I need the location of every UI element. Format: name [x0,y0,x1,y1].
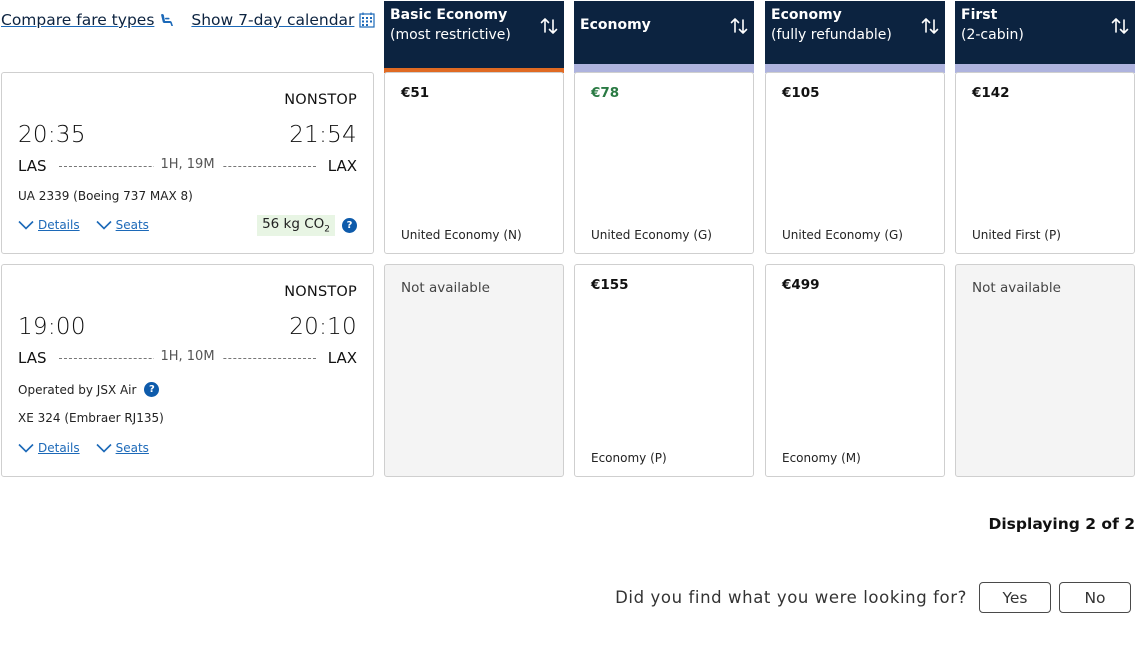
seats-link[interactable]: Seats [96,441,149,455]
not-available-label: Not available [972,280,1061,296]
operated-by-label: Operated by JSX Air [18,382,137,397]
fare-price: €51 [401,85,430,101]
route-line: 1H, 19M [59,157,316,175]
flight-card: NONSTOP 19:00 20:10 LAS 1H, 10M LAX Oper… [1,264,374,477]
sort-icon[interactable] [920,16,940,36]
destination-airport: LAX [327,349,357,367]
fare-cell-basic-economy-unavailable: Not available [384,264,564,477]
calendar-icon [359,12,376,28]
compare-fare-types-link[interactable]: Compare fare types [1,11,175,29]
fare-header-title: Basic Economy [390,7,508,23]
fare-cell-economy-refundable[interactable]: €499 Economy (M) [765,264,945,477]
fare-cell-economy[interactable]: €78 United Economy (G) [574,72,754,254]
co2-badge: 56 kg CO2 [257,215,335,236]
fare-cell-economy[interactable]: €155 Economy (P) [574,264,754,477]
fare-cell-basic-economy[interactable]: €51 United Economy (N) [384,72,564,254]
seats-label: Seats [115,441,149,455]
results-count: Displaying 2 of 2 [988,515,1136,533]
chevron-down-icon [96,220,112,230]
origin-airport: LAS [18,157,47,175]
feedback-no-button[interactable]: No [1059,582,1131,613]
not-available-label: Not available [401,280,490,296]
flight-duration: 1H, 19M [153,157,222,172]
route-line: 1H, 10M [59,349,316,367]
flight-card: NONSTOP 20:35 21:54 LAS 1H, 19M LAX UA 2… [1,72,374,254]
chevron-down-icon [18,443,34,453]
fare-header-subtitle: (most restrictive) [390,27,511,43]
seat-icon [159,12,175,28]
help-icon[interactable]: ? [342,217,357,233]
fare-header-economy: Economy [574,1,754,73]
chevron-down-icon [18,220,34,230]
fare-cell-first[interactable]: €142 United First (P) [955,72,1135,254]
co2-value: 56 kg CO [262,216,325,232]
flight-actions: Details Seats [18,218,149,232]
fare-header-title: Economy [771,7,842,23]
origin-airport: LAS [18,349,47,367]
co2-subscript: 2 [324,224,330,235]
fare-cabin: United Economy (G) [591,228,712,242]
feedback-question: Did you find what you were looking for? [615,588,967,607]
stops-label: NONSTOP [284,92,357,108]
fare-cabin: Economy (M) [782,451,861,465]
chevron-down-icon [96,443,112,453]
feedback-bar: Did you find what you were looking for? … [615,582,1131,613]
destination-airport: LAX [327,157,357,175]
fare-cell-economy-refundable[interactable]: €105 United Economy (G) [765,72,945,254]
stops-label: NONSTOP [284,284,357,300]
fare-header-basic-economy: Basic Economy (most restrictive) [384,1,564,73]
fare-price: €105 [782,85,820,101]
fare-header-economy-refundable: Economy (fully refundable) [765,1,945,73]
departure-time: 20:35 [18,122,86,148]
flight-number: XE 324 (Embraer RJ135) [18,411,164,425]
fare-header-title: First [961,7,998,23]
fare-cabin: United Economy (G) [782,228,903,242]
fare-price: €142 [972,85,1010,101]
details-link[interactable]: Details [18,218,80,232]
fare-header-subtitle: (fully refundable) [771,27,892,43]
details-label: Details [38,441,80,455]
sort-icon[interactable] [539,16,559,36]
sort-icon[interactable] [1110,16,1130,36]
top-links: Compare fare types Show 7-day calendar [1,8,376,32]
sort-icon[interactable] [729,16,749,36]
show-7-day-calendar-link[interactable]: Show 7-day calendar [191,11,376,29]
feedback-yes-button[interactable]: Yes [979,582,1051,613]
compare-fare-types-label: Compare fare types [1,11,155,29]
help-icon[interactable]: ? [144,382,160,397]
details-link[interactable]: Details [18,441,80,455]
fare-price: €155 [591,277,629,293]
seats-label: Seats [115,218,149,232]
flight-number: UA 2339 (Boeing 737 MAX 8) [18,189,193,203]
fare-header-subtitle: (2-cabin) [961,27,1024,43]
show-calendar-label: Show 7-day calendar [191,11,355,29]
fare-cabin: United Economy (N) [401,228,522,242]
flight-actions: Details Seats [18,441,149,455]
operated-by: Operated by JSX Air ? [18,382,160,397]
fare-price: €499 [782,277,820,293]
fare-header-title: Economy [580,17,651,33]
fare-cabin: Economy (P) [591,451,667,465]
fare-price-lowest: €78 [591,85,620,101]
co2-emissions: 56 kg CO2 ? [257,215,357,236]
arrival-time: 20:10 [289,314,357,340]
fare-cabin: United First (P) [972,228,1061,242]
seats-link[interactable]: Seats [96,218,149,232]
flight-duration: 1H, 10M [153,349,222,364]
arrival-time: 21:54 [289,122,357,148]
departure-time: 19:00 [18,314,86,340]
fare-header-first: First (2-cabin) [955,1,1135,73]
details-label: Details [38,218,80,232]
fare-cell-first-unavailable: Not available [955,264,1135,477]
